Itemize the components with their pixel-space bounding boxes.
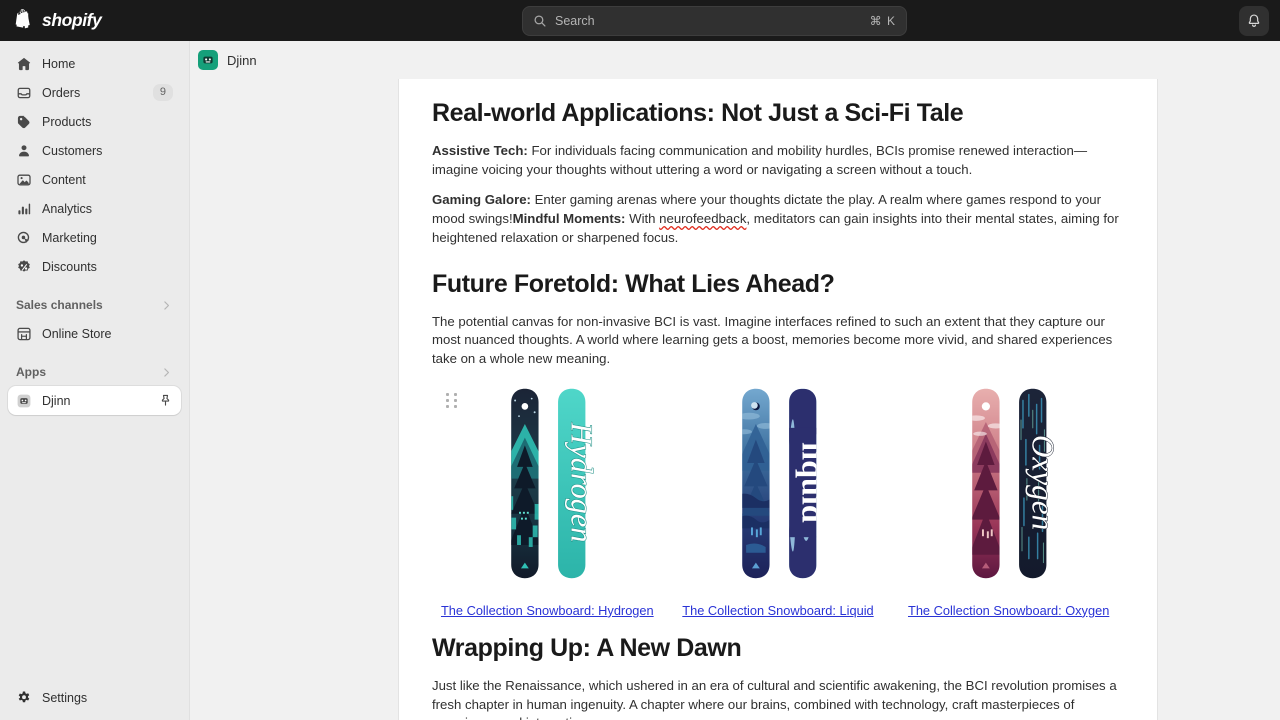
orders-icon [17, 87, 31, 98]
paragraph-gaming-mindful: Gaming Galore: Enter gaming arenas where… [432, 191, 1124, 247]
discounts-icon [18, 259, 30, 272]
product-link-hydrogen[interactable]: The Collection Snowboard: Hydrogen [441, 603, 654, 618]
shopify-brand[interactable]: shopify [0, 8, 190, 33]
sidebar-item-online-store[interactable]: Online Store [8, 319, 181, 348]
notifications-button[interactable] [1239, 5, 1269, 36]
shopify-bag-icon [15, 8, 30, 28]
product-card-oxygen: Oxygen The Collection Snowboard: Oxygen [893, 381, 1124, 618]
app-tab-bar: Djinn [190, 41, 1280, 79]
sidebar-item-content[interactable]: Content [8, 165, 181, 194]
sidebar-item-products[interactable]: Products [8, 107, 181, 136]
document-body: hy your brain speaks in patterns, and ho… [399, 79, 1157, 720]
marketing-icon [17, 231, 30, 243]
sidebar-item-discounts[interactable]: Discounts [8, 252, 181, 281]
search-shortcut: ⌘ K [869, 13, 896, 28]
app-tab-title: Djinn [227, 52, 257, 68]
sidebar-section-sales-channels[interactable]: Sales channels [8, 291, 181, 319]
djinn-app-icon [17, 394, 31, 407]
sidebar-item-label: Customers [42, 143, 103, 158]
paragraph-future: The potential canvas for non-invasive BC… [432, 313, 1113, 367]
search-icon [534, 14, 546, 27]
snowboard-image-hydrogen: Hydrogen [511, 388, 599, 579]
product-embed-block: Hydrogen The Collection Snowboard: Hydro… [432, 381, 1124, 618]
section-heading-wrapping-up: Wrapping Up: A New Dawn [432, 633, 742, 662]
section-title: Apps [16, 365, 46, 379]
paragraph-lead-mindful: Mindful Moments: [512, 211, 626, 227]
content-icon [17, 174, 31, 185]
sidebar-item-label: Marketing [42, 230, 97, 245]
search-placeholder: Search [555, 13, 595, 28]
section-heading-future: Future Foretold: What Lies Ahead? [432, 269, 835, 298]
product-card-liquid: liquid The Collection Snowboard: Liquid [663, 381, 894, 618]
paragraph-text-mindful-a: With [625, 211, 660, 227]
sidebar-item-label: Content [42, 172, 86, 187]
sidebar-item-label: Online Store [42, 326, 112, 341]
sidebar-item-analytics[interactable]: Analytics [8, 194, 181, 223]
paragraph-text: For individuals facing communication and… [432, 143, 1088, 177]
djinn-app-icon [198, 50, 218, 70]
chevron-right-icon [164, 300, 170, 310]
document-card: hy your brain speaks in patterns, and ho… [398, 79, 1158, 720]
sidebar-item-label: Settings [42, 690, 88, 705]
product-link-oxygen[interactable]: The Collection Snowboard: Oxygen [908, 603, 1109, 618]
svg-text:liquid: liquid [795, 442, 831, 523]
pin-icon[interactable] [158, 393, 173, 408]
search-container: Search ⌘ K [190, 5, 1239, 36]
products-icon [17, 115, 30, 128]
paragraph-assistive-tech: Assistive Tech: For individuals facing c… [432, 142, 1124, 179]
paragraph-lead: Assistive Tech: [432, 143, 528, 158]
main-area: Djinn hy your brain speaks in patterns, … [190, 41, 1280, 720]
svg-text:Hydrogen: Hydrogen [565, 421, 599, 542]
paragraph-lead-gaming: Gaming Galore: [432, 192, 531, 208]
sidebar-item-djinn[interactable]: Djinn [8, 386, 181, 415]
sidebar-section-apps[interactable]: Apps [8, 358, 181, 386]
chevron-right-icon [164, 367, 170, 377]
gear-icon [18, 691, 30, 702]
sidebar-item-customers[interactable]: Customers [8, 136, 181, 165]
sidebar-item-label: Discounts [42, 259, 97, 274]
home-icon [17, 57, 31, 70]
sidebar-item-label: Orders [42, 85, 81, 100]
sidebar-item-label: Analytics [42, 201, 93, 216]
online-store-icon [17, 327, 31, 340]
paragraph-wrapping-up: Just like the Renaissance, which ushered… [432, 677, 1117, 720]
sidebar-item-marketing[interactable]: Marketing [8, 223, 181, 252]
snowboard-image-oxygen: Oxygen [972, 388, 1062, 579]
sidebar-footer: Settings [0, 675, 189, 720]
section-title: Sales channels [16, 298, 103, 312]
bell-icon [1248, 13, 1260, 27]
svg-text:Oxygen: Oxygen [1026, 435, 1061, 530]
product-row: Hydrogen The Collection Snowboard: Hydro… [432, 381, 1124, 618]
sidebar-nav: Home Orders 9 Products Customers Content… [0, 41, 189, 675]
analytics-icon [18, 203, 31, 214]
product-link-liquid[interactable]: The Collection Snowboard: Liquid [682, 603, 873, 618]
sidebar-item-label: Djinn [42, 393, 71, 408]
orders-badge: 9 [152, 84, 173, 101]
drag-handle-icon[interactable] [446, 392, 458, 408]
customers-icon [19, 144, 29, 156]
sidebar-item-orders[interactable]: Orders 9 [8, 78, 181, 107]
sidebar: Home Orders 9 Products Customers Content… [0, 41, 190, 720]
snowboard-image-liquid: liquid [741, 388, 831, 579]
top-bar: shopify Search ⌘ K [0, 0, 1280, 41]
product-card-hydrogen: Hydrogen The Collection Snowboard: Hydro… [432, 381, 663, 618]
brand-name: shopify [42, 10, 102, 30]
search-input[interactable]: Search ⌘ K [522, 5, 907, 36]
section-heading-applications: Real-world Applications: Not Just a Sci-… [432, 99, 964, 127]
djinn-robot-icon [203, 56, 213, 64]
misspelled-word: neurofeedback [659, 211, 747, 227]
sidebar-item-settings[interactable]: Settings [8, 683, 181, 712]
sidebar-item-label: Products [42, 114, 92, 129]
sidebar-item-label: Home [42, 56, 76, 71]
sidebar-item-home[interactable]: Home [8, 49, 181, 78]
